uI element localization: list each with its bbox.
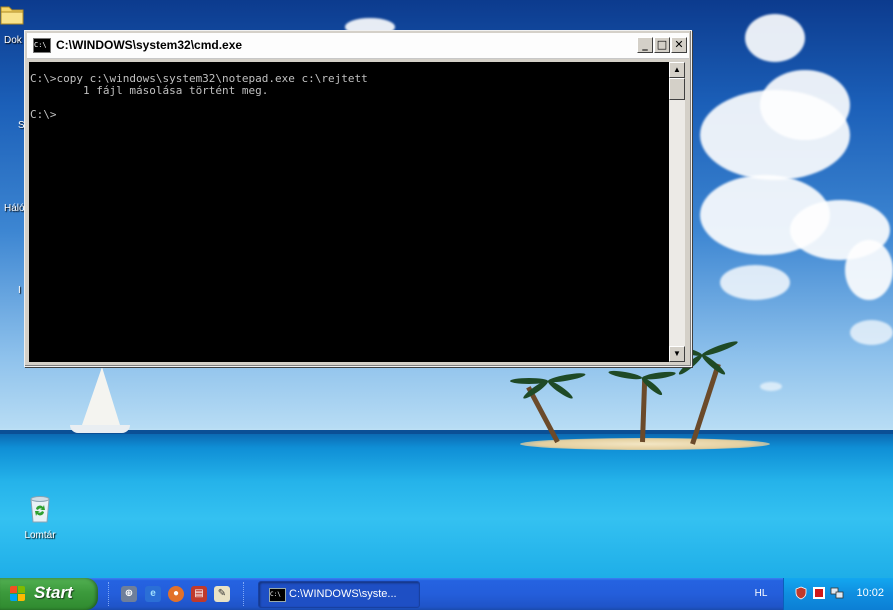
cloud [760, 70, 850, 140]
cloud [745, 14, 805, 62]
cloud [850, 320, 893, 345]
maximize-button[interactable]: □ [654, 37, 670, 53]
scroll-up-button[interactable]: ▲ [669, 62, 685, 78]
close-button[interactable]: ✕ [671, 37, 687, 53]
cloud [760, 382, 782, 391]
ie-icon[interactable]: e [145, 586, 161, 602]
system-tray: 10:02 [783, 578, 893, 610]
recycle-bin-icon [27, 494, 53, 524]
cloud [720, 265, 790, 300]
console-line: 1 fájl másolása történt meg. [30, 84, 269, 97]
vertical-scrollbar[interactable]: ▲ ▼ [669, 62, 685, 362]
console-text: C:\>copy c:\windows\system32\notepad.exe… [29, 62, 669, 121]
desktop-icon-label: S [18, 120, 25, 131]
palm-frond [546, 378, 575, 401]
language-indicator[interactable]: HL [742, 581, 780, 607]
sailboat-hull [70, 425, 130, 433]
security-shield-icon[interactable] [794, 586, 808, 600]
folder-icon [0, 2, 26, 26]
sea [0, 430, 893, 578]
cmd-icon: C:\ [269, 588, 286, 602]
console-prompt: C:\> [30, 108, 57, 121]
taskbar: Start ⊕ e ● ▤ ✎ C:\ C:\WINDOWS\syste... … [0, 578, 893, 610]
antivirus-icon[interactable] [812, 586, 826, 600]
network-icon[interactable]: ⊕ [121, 586, 137, 602]
notepad-icon[interactable]: ✎ [214, 586, 230, 602]
cmd-icon: C:\ [33, 38, 51, 53]
start-button[interactable]: Start [0, 578, 98, 610]
desktop-icon-partial[interactable]: S [0, 120, 25, 131]
desktop-icon-label: Lomtár [24, 530, 56, 541]
cmd-window[interactable]: C:\ C:\WINDOWS\system32\cmd.exe _ □ ✕ C:… [24, 30, 692, 367]
title-bar[interactable]: C:\ C:\WINDOWS\system32\cmd.exe _ □ ✕ [27, 33, 689, 59]
desktop-icon-recycle-bin[interactable]: Lomtár [10, 494, 70, 541]
scroll-thumb[interactable] [669, 78, 685, 100]
sailboat-sail [82, 367, 120, 425]
taskbar-separator [108, 582, 111, 606]
cloud [845, 240, 893, 300]
firefox-icon[interactable]: ● [168, 586, 184, 602]
minimize-button[interactable]: _ [637, 37, 653, 53]
palm-frond [607, 369, 643, 381]
start-label: Start [34, 583, 73, 602]
scroll-down-button[interactable]: ▼ [669, 346, 685, 362]
clock[interactable]: 10:02 [856, 587, 884, 599]
horizon [0, 430, 893, 434]
console-output[interactable]: C:\>copy c:\windows\system32\notepad.exe… [29, 62, 669, 362]
window-title: C:\WINDOWS\system32\cmd.exe [56, 38, 243, 52]
taskbar-button-label: C:\WINDOWS\syste... [289, 588, 397, 600]
taskbar-button-cmd[interactable]: C:\ C:\WINDOWS\syste... [258, 581, 420, 608]
windows-logo-icon [10, 586, 26, 602]
save-icon[interactable]: ▤ [191, 586, 207, 602]
taskbar-separator [243, 582, 246, 606]
network-connection-icon[interactable] [830, 586, 844, 600]
